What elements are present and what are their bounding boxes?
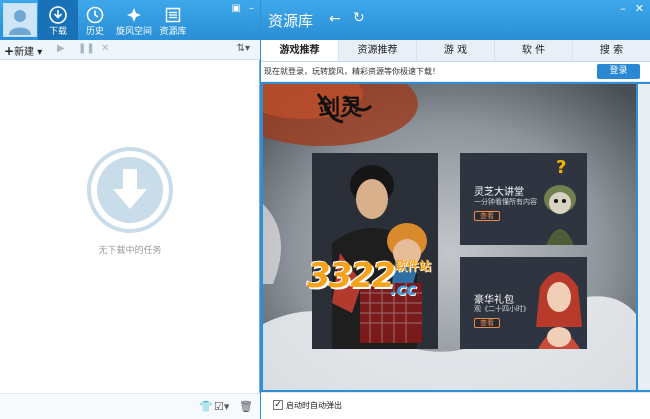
gift-pack-card[interactable]: 豪华礼包 观《二十四小时》 查看 — [460, 257, 587, 349]
download-toolbar: +新建 ▾ ▶ ❚❚ ✕ ⇅▾ — [0, 40, 260, 60]
watermark-number: 3322 — [307, 256, 396, 296]
user-avatar-icon — [4, 4, 36, 36]
new-task-label: 新建 — [14, 47, 35, 58]
watermark-site-name: 软件站 — [395, 259, 432, 273]
login-tip-text: 现在就登录，玩转旋风，精彩资源等你极速下载！ — [264, 67, 440, 76]
left-window-controls: ▣ – — [224, 3, 254, 14]
start-icon[interactable]: ▶ — [57, 43, 65, 54]
nav-space[interactable]: 旋风空间 — [114, 0, 154, 40]
download-panel: 下载 历史 旋风空间 资源库 ▣ – +新建 ▾ ▶ ❚❚ ✕ ⇅▾ 无下载中的… — [0, 0, 260, 419]
right-header: 资源库 ← ↻ – ✕ — [261, 0, 650, 40]
login-button[interactable]: 登录 — [597, 64, 640, 79]
game-banner[interactable]: 剑灵 灵芝大讲堂 一分钟看懂所有内容 查看 ? 豪华礼包 观《二十四小时》 查看… — [263, 84, 636, 390]
nav-space-label: 旋风空间 — [115, 27, 152, 37]
autostart-checkbox[interactable]: ✓ — [273, 400, 283, 410]
download-icon — [49, 6, 67, 24]
minimize-icon[interactable]: – — [249, 3, 254, 14]
mascot-question-illustration: ? — [544, 157, 576, 245]
new-task-button[interactable]: +新建 ▾ — [4, 43, 42, 58]
pause-icon[interactable]: ❚❚ — [78, 43, 95, 54]
idol-promo-card[interactable] — [312, 153, 438, 349]
nav-history-label: 历史 — [85, 27, 104, 37]
watermark-domain: .cc — [390, 280, 417, 300]
download-arrow-icon — [91, 151, 169, 229]
autostart-label: 启动时自动弹出 — [286, 401, 342, 410]
gift-view-button[interactable]: 查看 — [474, 318, 500, 328]
tab-software[interactable]: 软 件 — [495, 40, 573, 61]
plus-icon: + — [4, 44, 15, 58]
svg-text:?: ? — [556, 157, 566, 178]
minimize-icon[interactable]: – — [620, 2, 626, 15]
empty-download-illustration — [87, 147, 173, 233]
tab-search[interactable]: 搜 索 — [573, 40, 650, 61]
gift-subtitle: 观《二十四小时》 — [474, 305, 530, 313]
right-footer: ✓ 启动时自动弹出 — [261, 392, 650, 419]
delete-icon[interactable]: ✕ — [101, 43, 109, 54]
game-logo-text: 剑灵 — [318, 95, 363, 121]
lecture-title: 灵芝大讲堂 — [474, 187, 524, 198]
tab-game-recommend[interactable]: 游戏推荐 — [261, 40, 339, 61]
nav-download-label: 下载 — [48, 27, 67, 37]
login-bar: 现在就登录，玩转旋风，精彩资源等你极速下载！ 登录 — [261, 62, 650, 82]
left-header: 下载 历史 旋风空间 资源库 ▣ – — [0, 0, 260, 40]
lecture-card[interactable]: 灵芝大讲堂 一分钟看懂所有内容 查看 ? — [460, 153, 587, 245]
nav-history[interactable]: 历史 — [75, 0, 115, 40]
idol-portrait-image — [312, 153, 438, 349]
avatar[interactable] — [3, 3, 37, 37]
close-icon[interactable]: ✕ — [635, 2, 644, 15]
lecture-subtitle: 一分钟看懂所有内容 — [474, 198, 537, 206]
refresh-icon[interactable]: ↻ — [353, 10, 365, 26]
left-status-bar: 👕 ☑▾ 🗑 — [0, 393, 260, 419]
clock-icon — [86, 6, 104, 24]
page-title: 资源库 — [268, 12, 314, 30]
cloud-space-icon — [127, 8, 141, 22]
shirt-skin-icon[interactable]: 👕 — [199, 400, 213, 413]
banner-scrollbar[interactable] — [638, 84, 650, 390]
resource-library-panel: 资源库 ← ↻ – ✕ 游戏推荐 资源推荐 游 戏 软 件 搜 索 现在就登录，玩… — [261, 0, 650, 419]
right-window-controls: – ✕ — [611, 2, 644, 15]
nav-download[interactable]: 下载 — [38, 0, 78, 40]
trash-icon[interactable]: 🗑 — [239, 400, 253, 413]
library-icon — [165, 7, 181, 23]
checklist-icon[interactable]: ☑▾ — [214, 400, 229, 413]
chevron-down-icon: ▾ — [37, 47, 43, 58]
back-arrow-icon[interactable]: ← — [329, 11, 341, 27]
tab-resource-recommend[interactable]: 资源推荐 — [339, 40, 417, 61]
category-tabs: 游戏推荐 资源推荐 游 戏 软 件 搜 索 — [261, 40, 650, 62]
female-character-illustration — [536, 272, 582, 349]
nav-library-label: 资源库 — [159, 27, 187, 37]
empty-state-text: 无下载中的任务 — [98, 246, 162, 256]
skin-icon[interactable]: ▣ — [232, 3, 241, 14]
nav-library[interactable]: 资源库 — [153, 0, 193, 40]
sort-icon[interactable]: ⇅▾ — [237, 43, 250, 54]
tab-games[interactable]: 游 戏 — [417, 40, 495, 61]
lecture-view-button[interactable]: 查看 — [474, 211, 500, 221]
